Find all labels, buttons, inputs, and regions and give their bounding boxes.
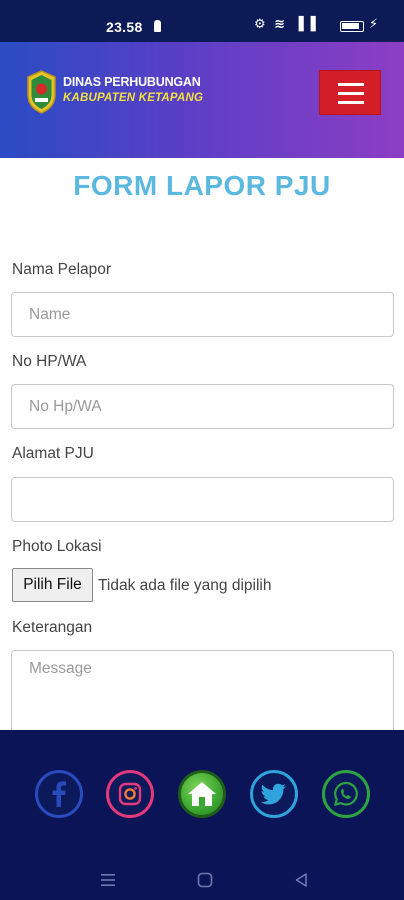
alamat-label: Alamat PJU [12,445,94,462]
brand-name: DINAS PERHUBUNGAN [63,75,201,89]
recent-apps-icon [101,874,115,886]
hp-input[interactable] [11,384,394,429]
back-button[interactable] [286,868,316,892]
menu-button[interactable] [319,70,381,115]
file-choose-button[interactable]: Pilih File [12,568,93,602]
battery-icon [340,21,364,32]
home-icon [188,782,216,806]
alamat-input[interactable] [11,477,394,522]
file-status-text: Tidak ada file yang dipilih [98,577,272,594]
system-nav-bar [0,860,404,900]
brand-subtitle: KABUPATEN KETAPANG [63,92,204,104]
charging-icon: ⚡ [369,17,379,32]
app-header: DINAS PERHUBUNGAN KABUPATEN KETAPANG [0,42,404,158]
facebook-button[interactable] [35,770,83,818]
hamburger-icon [338,83,364,86]
whatsapp-icon [333,781,358,806]
notification-icon [154,20,161,32]
facebook-icon [52,781,66,807]
twitter-icon [261,783,286,805]
whatsapp-button[interactable] [322,770,370,818]
nama-input[interactable] [11,292,394,337]
hp-label: No HP/WA [12,353,87,370]
back-icon [295,873,307,887]
page-title: FORM LAPOR PJU [73,170,331,201]
hamburger-icon-bar [338,92,364,95]
nama-label: Nama Pelapor [12,261,112,278]
photo-label: Photo Lokasi [12,538,102,555]
twitter-button[interactable] [250,770,298,818]
keterangan-label: Keterangan [12,619,93,636]
status-icons: ⚙ ≋ ▐▐ [254,17,318,32]
status-time: 23.58 [106,19,143,35]
home-nav-button[interactable] [190,868,220,892]
home-nav-icon [197,872,213,888]
recent-apps-button[interactable] [93,868,123,892]
hamburger-icon-bar [338,101,364,104]
status-bar: 23.58 ⚙ ≋ ▐▐ ⚡ [0,0,404,42]
logo-icon [27,70,56,114]
instagram-icon [118,782,142,806]
instagram-button[interactable] [106,770,154,818]
home-button[interactable] [178,770,226,818]
